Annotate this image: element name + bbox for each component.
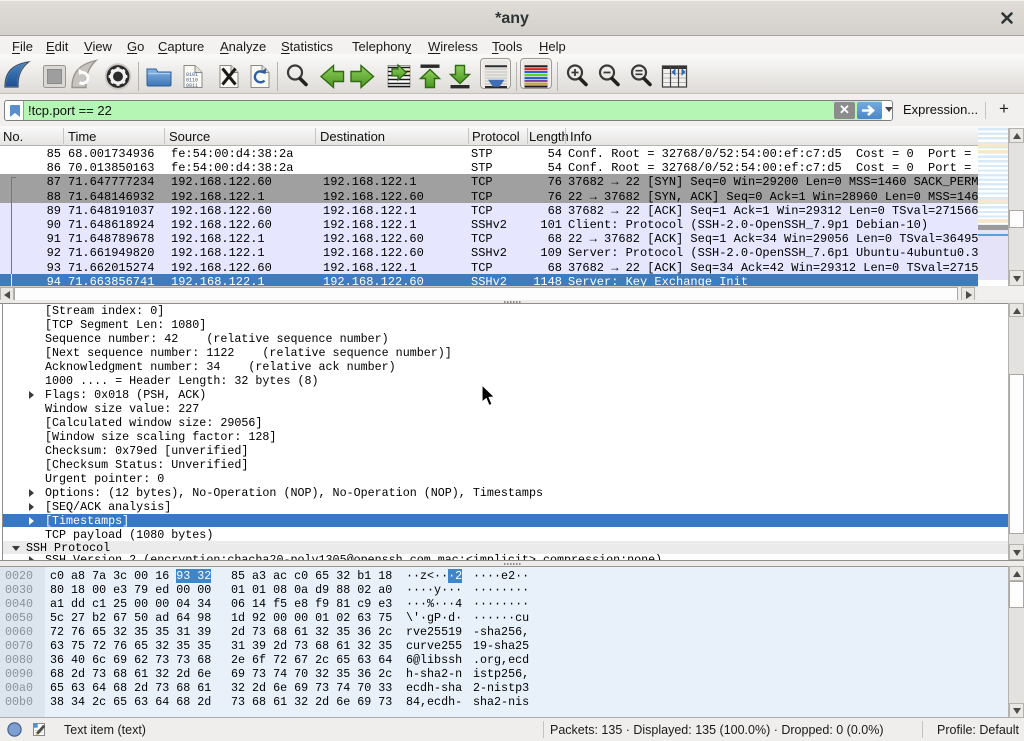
svg-text:0011: 0011 xyxy=(186,83,198,89)
